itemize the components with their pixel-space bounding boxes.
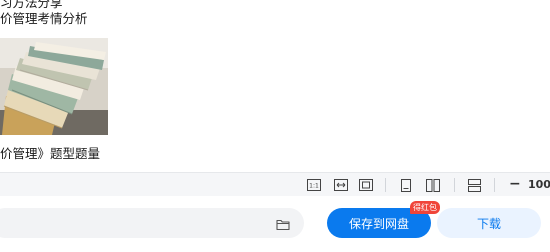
continuous-scroll-icon[interactable] xyxy=(467,178,481,192)
document-content: 习方法分享 价管理考情分析 价管理》题型题量 xyxy=(0,0,550,172)
toolbar-divider xyxy=(385,178,386,192)
books-image xyxy=(0,38,108,135)
download-button[interactable]: 下载 xyxy=(437,208,541,238)
fit-width-icon[interactable] xyxy=(334,178,348,192)
folder-icon[interactable] xyxy=(276,216,290,231)
actual-size-icon[interactable]: 1:1 xyxy=(307,178,321,192)
double-page-icon[interactable] xyxy=(425,178,441,192)
action-bar: 保存到网盘 得红包 下载 xyxy=(0,196,550,252)
toolbar-divider xyxy=(494,178,495,192)
document-text-line: 价管理》题型题量 xyxy=(0,146,101,161)
zoom-level: 100 xyxy=(528,178,550,191)
viewer-toolbar: 1:1 − 100 xyxy=(0,172,550,196)
save-path-field[interactable] xyxy=(0,208,304,238)
svg-text:1:1: 1:1 xyxy=(309,183,319,190)
toolbar-divider xyxy=(454,178,455,192)
document-text-line: 价管理考情分析 xyxy=(0,11,88,26)
single-page-icon[interactable] xyxy=(400,178,412,192)
fit-page-icon[interactable] xyxy=(359,178,373,192)
document-text-line: 习方法分享 xyxy=(0,0,63,10)
zoom-out-button[interactable]: − xyxy=(509,177,521,191)
document-viewer: 习方法分享 价管理考情分析 价管理》题型题量 1:1 − 100 保存到网盘 得… xyxy=(0,0,550,252)
red-envelope-badge: 得红包 xyxy=(410,201,440,214)
